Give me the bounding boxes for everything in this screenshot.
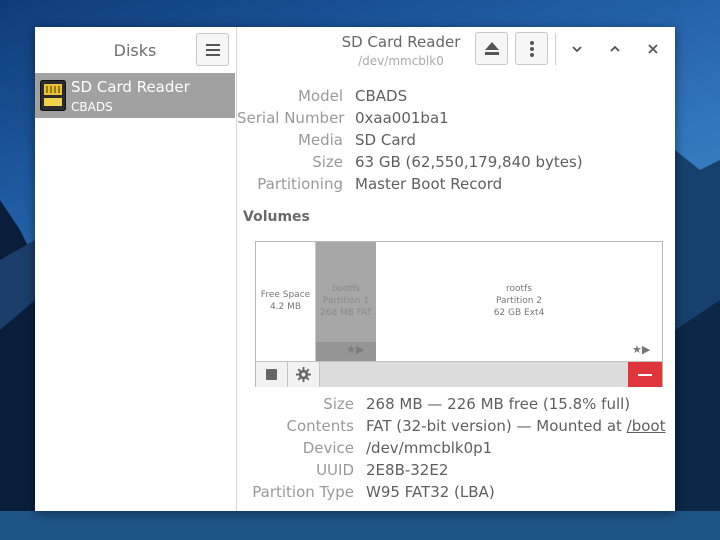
partitioning-label: Partitioning [257, 175, 343, 193]
model-label: Model [297, 87, 343, 105]
uuid-value: 2E8B-32E2 [366, 461, 449, 479]
partition-size-value: 268 MB — 226 MB free (15.8% full) [366, 395, 631, 413]
close-icon [648, 44, 658, 54]
eject-button[interactable] [475, 32, 508, 65]
segment-line: 62 GB Ext4 [493, 308, 545, 318]
disk-item-sd-card-reader[interactable]: SD Card Reader CBADS [35, 73, 235, 118]
rootfs-segment[interactable]: rootfs Partition 2 62 GB Ext4 ★▶ [376, 242, 662, 361]
segment-line: Partition 2 [495, 296, 543, 306]
volume-map: Free Space 4.2 MB bootfs Partition 1 268… [255, 241, 663, 387]
partition-type-value: W95 FAT32 (LBA) [366, 483, 495, 501]
device-label: Device [302, 439, 354, 457]
close-button[interactable] [643, 39, 663, 59]
bootfs-segment[interactable]: bootfs Partition 1 268 MB FAT ★▶ [316, 242, 376, 361]
model-value: CBADS [355, 87, 408, 105]
contents-value: FAT (32-bit version) — Mounted at /boot [366, 417, 665, 435]
mount-point-link[interactable]: /boot [627, 417, 666, 435]
eject-icon [484, 42, 499, 55]
partition-size-label: Size [323, 395, 354, 413]
disks-window: Disks SD Card Reader CBADS SD Card Reade… [35, 27, 675, 511]
free-space-segment[interactable]: Free Space 4.2 MB [256, 242, 316, 361]
disk-name: SD Card Reader [71, 78, 190, 96]
device-value: /dev/mmcblk0p1 [366, 439, 493, 457]
sidebar: Disks SD Card Reader CBADS [35, 27, 237, 511]
sidebar-title: Disks [113, 41, 157, 60]
star-icon: ★ [346, 343, 356, 356]
serial-label: Serial Number [237, 109, 345, 127]
segment-line: Free Space [260, 290, 311, 300]
chevron-up-icon [610, 46, 620, 52]
segment-line: bootfs [331, 284, 361, 294]
size-value: 63 GB (62,550,179,840 bytes) [355, 153, 583, 171]
delete-partition-button[interactable] [628, 362, 662, 387]
unmount-button[interactable] [256, 362, 288, 387]
segment-line: Partition 1 [322, 296, 370, 306]
media-value: SD Card [355, 131, 416, 149]
size-label: Size [312, 153, 343, 171]
partition-type-label: Partition Type [252, 483, 354, 501]
partitioning-value: Master Boot Record [355, 175, 503, 193]
gear-icon [296, 367, 311, 382]
serial-value: 0xaa001ba1 [355, 109, 449, 127]
play-icon: ▶ [355, 343, 365, 356]
chevron-down-icon [572, 46, 582, 52]
segment-line: 4.2 MB [269, 302, 302, 312]
hamburger-icon [205, 43, 220, 56]
contents-text: FAT (32-bit version) — Mounted at [366, 417, 627, 435]
drive-options-button[interactable] [515, 32, 548, 65]
stop-icon [266, 369, 277, 380]
uuid-label: UUID [316, 461, 354, 479]
contents-label: Contents [286, 417, 354, 435]
disk-subtitle: CBADS [71, 100, 113, 114]
minus-icon [638, 373, 652, 376]
volume-toolbar [256, 361, 662, 387]
main-panel: SD Card Reader /dev/mmcblk0 Model CBADS … [237, 27, 675, 511]
segment-status-icons: ★▶ [632, 344, 650, 356]
sidebar-header: Disks [35, 27, 236, 73]
segment-line: rootfs [506, 284, 532, 294]
volumes-heading: Volumes [243, 209, 310, 225]
star-icon: ★ [632, 343, 642, 356]
segment-status-icons: ★▶ [346, 344, 364, 356]
more-vertical-icon [529, 40, 534, 57]
hamburger-menu-button[interactable] [196, 33, 229, 66]
minimize-button[interactable] [567, 39, 587, 59]
play-icon: ▶ [641, 343, 651, 356]
maximize-button[interactable] [605, 39, 625, 59]
partition-options-button[interactable] [288, 362, 320, 387]
header-separator [555, 33, 556, 65]
sd-card-icon [40, 80, 66, 111]
segment-line: 268 MB FAT [319, 308, 373, 318]
media-label: Media [297, 131, 343, 149]
